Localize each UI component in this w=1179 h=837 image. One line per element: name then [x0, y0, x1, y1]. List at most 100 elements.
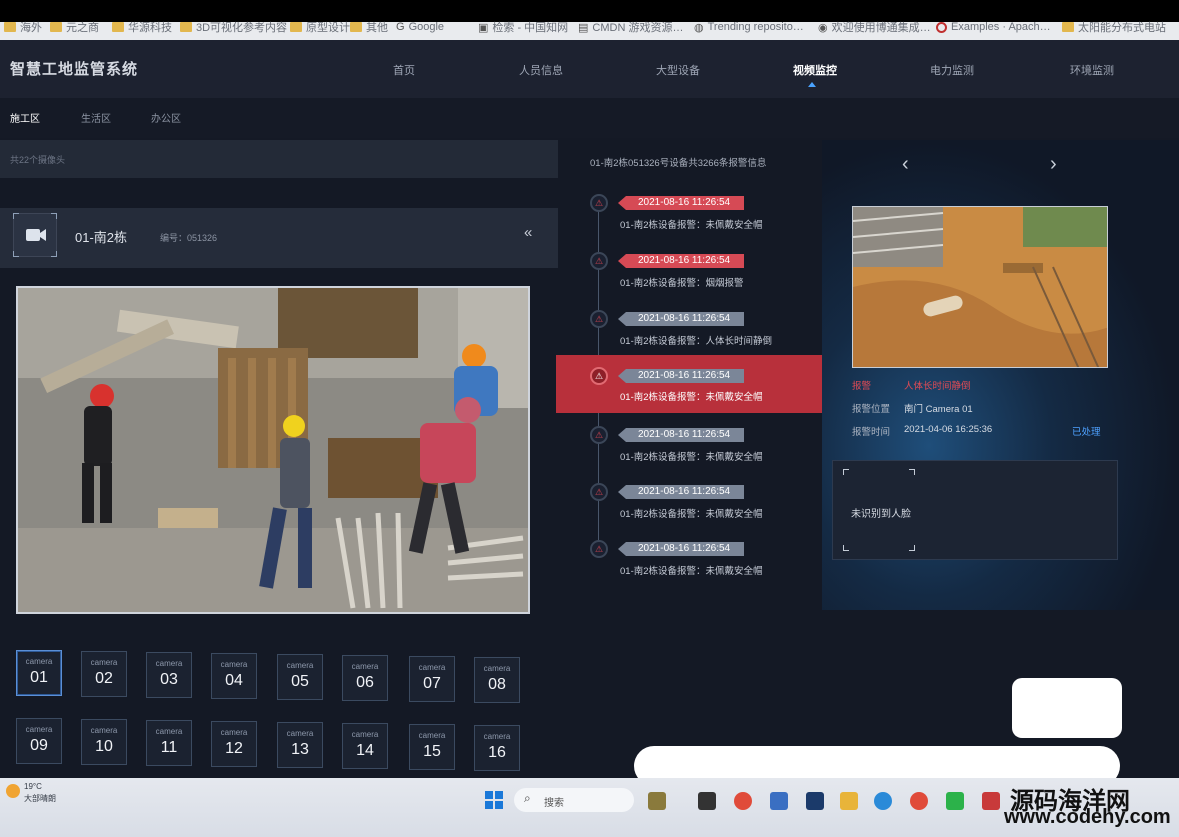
camera-button-09[interactable]: camera 09 — [16, 718, 62, 764]
bookmark-item[interactable]: 华源科技 — [112, 20, 172, 34]
page-icon: ◉ — [818, 21, 828, 34]
alarm-desc: 01-南2栋设备报警：未佩戴安全帽 — [620, 452, 763, 463]
alarm-desc: 01-南2栋设备报警：未佩戴安全帽 — [620, 220, 763, 231]
app-icon[interactable] — [982, 792, 1000, 810]
folder-icon — [350, 22, 362, 32]
zone-tab-construction[interactable]: 施工区 — [10, 110, 40, 125]
taskbar-search[interactable]: ⌕ 搜索 — [514, 788, 634, 812]
alarm-desc: 01-南2栋设备报警：未佩戴安全帽 — [620, 392, 763, 403]
camera-button-04[interactable]: camera 04 — [211, 653, 257, 699]
camera-code: 编号：051326 — [160, 233, 218, 243]
camera-button-07[interactable]: camera 07 — [409, 656, 455, 702]
bookmark-item[interactable]: Examples · Apach… — [936, 20, 1051, 34]
nav-power[interactable]: 电力监测 — [930, 62, 974, 78]
bookmark-item[interactable]: 其他 — [350, 20, 388, 34]
zone-tab-office[interactable]: 办公区 — [151, 110, 181, 125]
bookmark-item[interactable]: ▣ 检索 - 中国知网 — [478, 20, 568, 35]
chrome-icon[interactable] — [734, 792, 752, 810]
camera-button-15[interactable]: camera 15 — [409, 724, 455, 770]
folder-icon — [4, 22, 16, 32]
nav-environment[interactable]: 环境监测 — [1070, 62, 1114, 78]
camera-button-01[interactable]: camera 01 — [16, 650, 62, 696]
alarm-type-row: 报警 人体长时间静倒 — [852, 378, 1052, 392]
task-view-icon[interactable] — [698, 792, 716, 810]
bookmark-item[interactable]: ◉ 欢迎使用博通集成… — [818, 20, 931, 35]
alarm-desc: 01-南2栋设备报警：未佩戴安全帽 — [620, 509, 763, 520]
bookmark-item[interactable]: 太阳能分布式电站 — [1062, 20, 1166, 34]
folder-icon — [112, 22, 124, 32]
weather-desc: 大部晴朗 — [24, 794, 56, 803]
folder-icon — [180, 22, 192, 32]
alarm-item[interactable]: ⚠ 2021-08-16 11:26:54 01-南2栋设备报警：未佩戴安全帽 — [556, 534, 822, 592]
camera-button-05[interactable]: camera 05 — [277, 654, 323, 700]
echarts-icon — [936, 21, 947, 33]
alarm-icon: ⚠ — [590, 310, 608, 328]
next-arrow-icon[interactable]: › — [1050, 153, 1057, 176]
camera-button-12[interactable]: camera 12 — [211, 721, 257, 767]
alarm-time: 2021-08-16 11:26:54 — [618, 254, 745, 268]
nav-personnel[interactable]: 人员信息 — [519, 62, 563, 78]
alarm-item[interactable]: ⚠ 2021-08-16 11:26:54 01-南2栋设备报警：未佩戴安全帽 — [556, 188, 822, 246]
edge-icon[interactable] — [874, 792, 892, 810]
alarm-time: 2021-08-16 11:26:54 — [618, 312, 745, 326]
nav-equipment[interactable]: 大型设备 — [656, 62, 700, 78]
camera-count: 共22个摄像头 — [10, 155, 66, 165]
alarm-item-selected[interactable]: ⚠ 2021-08-16 11:26:54 01-南2栋设备报警：未佩戴安全帽 — [556, 355, 822, 413]
bookmark-bar: 海外 元之商 华源科技 3D可视化参考内容 原型设计 其他 G Google ▣ 检… — [0, 0, 1179, 40]
alarm-snapshot[interactable] — [852, 206, 1108, 368]
bookmark-item[interactable]: 海外 — [4, 20, 42, 34]
alarm-item[interactable]: ⚠ 2021-08-16 11:26:54 01-南2栋设备报警：未佩戴安全帽 — [556, 477, 822, 535]
prev-arrow-icon[interactable]: ‹ — [902, 153, 909, 176]
folder-icon — [290, 22, 302, 32]
alarm-desc: 01-南2栋设备报警：人体长时间静倒 — [620, 336, 773, 347]
camera-button-08[interactable]: camera 08 — [474, 657, 520, 703]
landscape-app-icon[interactable] — [648, 792, 666, 810]
alarm-item[interactable]: ⚠ 2021-08-16 11:26:54 01-南2栋设备报警：人体长时间静倒 — [556, 304, 822, 362]
camera-header: 01-南2栋 编号：051326 « — [0, 208, 558, 268]
alarm-time: 2021-08-16 11:26:54 — [618, 369, 745, 383]
camera-button-02[interactable]: camera 02 — [81, 651, 127, 697]
bookmark-item[interactable]: 元之商 — [50, 20, 99, 34]
bookmark-item[interactable]: ◍ Trending reposito… — [694, 20, 804, 34]
alarm-icon: ⚠ — [590, 540, 608, 558]
collapse-icon[interactable]: « — [524, 224, 532, 241]
camera-button-14[interactable]: camera 14 — [342, 723, 388, 769]
bookmark-item[interactable]: ▤ CMDN 游戏资源… — [578, 20, 683, 35]
alarm-icon: ⚠ — [590, 252, 608, 270]
camera-button-13[interactable]: camera 13 — [277, 722, 323, 768]
bookmark-item[interactable]: 3D可视化参考内容 — [180, 20, 287, 34]
site-snapshot-image — [853, 207, 1107, 367]
camera-button-16[interactable]: camera 16 — [474, 725, 520, 771]
chrome-icon[interactable] — [910, 792, 928, 810]
wechat-icon[interactable] — [946, 792, 964, 810]
video-feed[interactable] — [16, 286, 530, 614]
windows-start-icon[interactable] — [485, 791, 503, 809]
nav-home[interactable]: 首页 — [393, 62, 415, 78]
camera-count-bar: 共22个摄像头 — [0, 140, 558, 178]
zone-tab-living[interactable]: 生活区 — [81, 110, 111, 125]
search-icon: ⌕ — [524, 791, 531, 805]
camera-button-10[interactable]: camera 10 — [81, 719, 127, 765]
camera-button-03[interactable]: camera 03 — [146, 652, 192, 698]
app-window: 智慧工地监管系统 首页 人员信息 大型设备 视频监控 电力监测 环境监测 施工区… — [0, 40, 1179, 778]
handled-link[interactable]: 已处理 — [1072, 424, 1101, 438]
app-title: 智慧工地监管系统 — [10, 61, 139, 78]
photoshop-icon[interactable] — [806, 792, 824, 810]
alarm-time-label: 报警时间 — [852, 427, 891, 438]
alarm-icon: ⚠ — [590, 426, 608, 444]
weather-temp: 19°C — [24, 782, 42, 791]
file-explorer-icon[interactable] — [840, 792, 858, 810]
alarm-item[interactable]: ⚠ 2021-08-16 11:26:54 01-南2栋设备报警：未佩戴安全帽 — [556, 420, 822, 478]
vs-icon[interactable] — [770, 792, 788, 810]
bookmark-item[interactable]: 原型设计 — [290, 20, 350, 34]
nav-video[interactable]: 视频监控 — [793, 62, 837, 78]
camera-button-06[interactable]: camera 06 — [342, 655, 388, 701]
camera-icon — [13, 213, 57, 257]
alarm-icon: ⚠ — [590, 194, 608, 212]
camera-button-11[interactable]: camera 11 — [146, 720, 192, 766]
bookmark-item[interactable]: G Google — [396, 20, 444, 34]
search-label: 搜索 — [544, 798, 564, 809]
github-icon: ◍ — [694, 21, 704, 34]
alarm-item[interactable]: ⚠ 2021-08-16 11:26:54 01-南2栋设备报警：烟烟报警 — [556, 246, 822, 304]
weather-icon — [6, 784, 20, 798]
